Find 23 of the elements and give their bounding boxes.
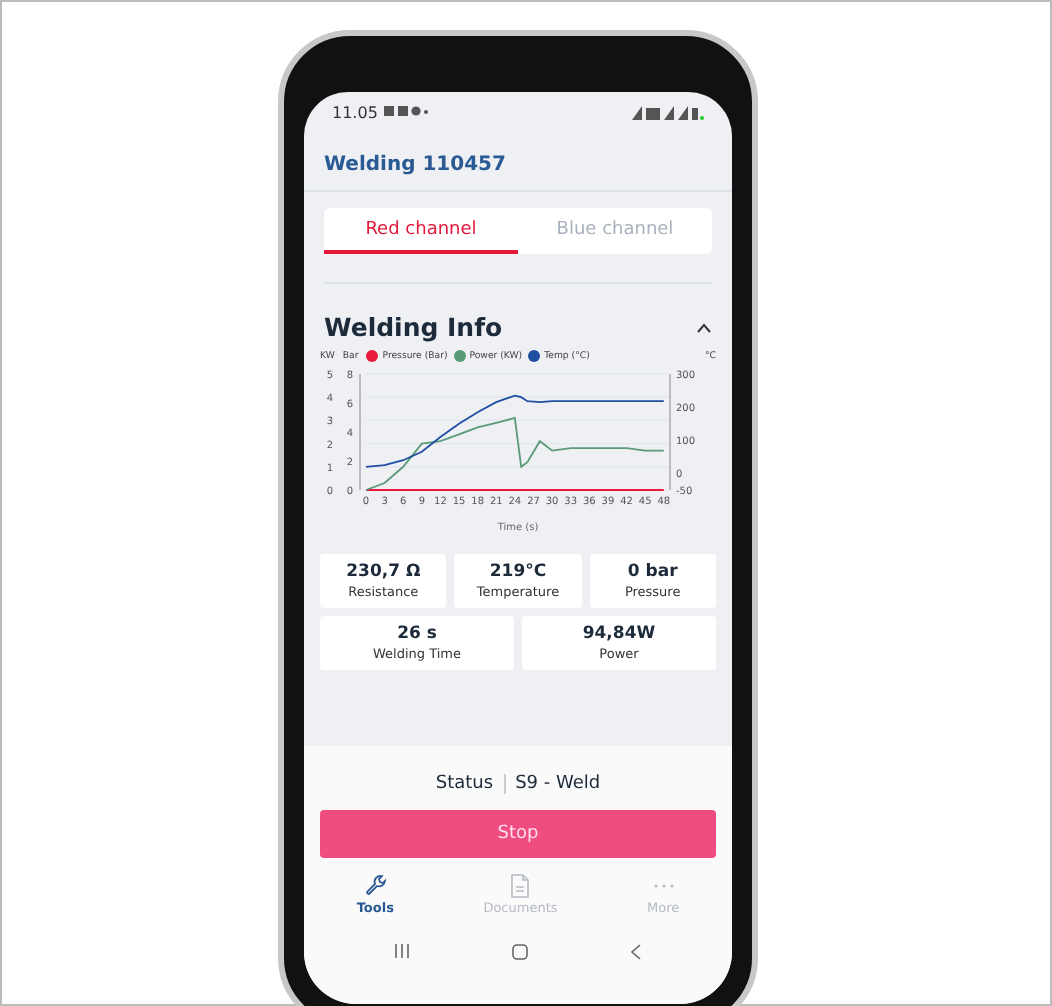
stat-value: 230,7 Ω [344,562,423,582]
stat-value: 26 s [395,624,439,644]
section-title: Welding Info [324,312,503,342]
signal-battery-icons [632,105,704,119]
stat-value: 219°C [487,562,549,582]
axis-line [669,373,671,491]
status-label: Status [435,774,494,794]
recent-apps-icon[interactable] [394,944,411,958]
notification-icons [383,106,428,118]
stop-button[interactable]: Stop [320,810,716,858]
axis-line [359,373,361,491]
stat-value: 0 bar [625,562,680,582]
wrench-icon [363,874,388,898]
channel-tab[interactable]: Red channel [324,208,518,254]
clock: 11.05 [332,103,378,121]
page-title: Welding 110457 [324,154,506,176]
stat-value: 94,84W [580,624,658,644]
status-value: S9 - Weld [515,774,601,794]
channel-tab[interactable]: Blue channel [518,208,712,254]
back-icon[interactable] [629,944,642,960]
document-icon [510,874,531,898]
home-icon[interactable] [511,944,528,960]
collapse-icon[interactable] [696,321,712,333]
